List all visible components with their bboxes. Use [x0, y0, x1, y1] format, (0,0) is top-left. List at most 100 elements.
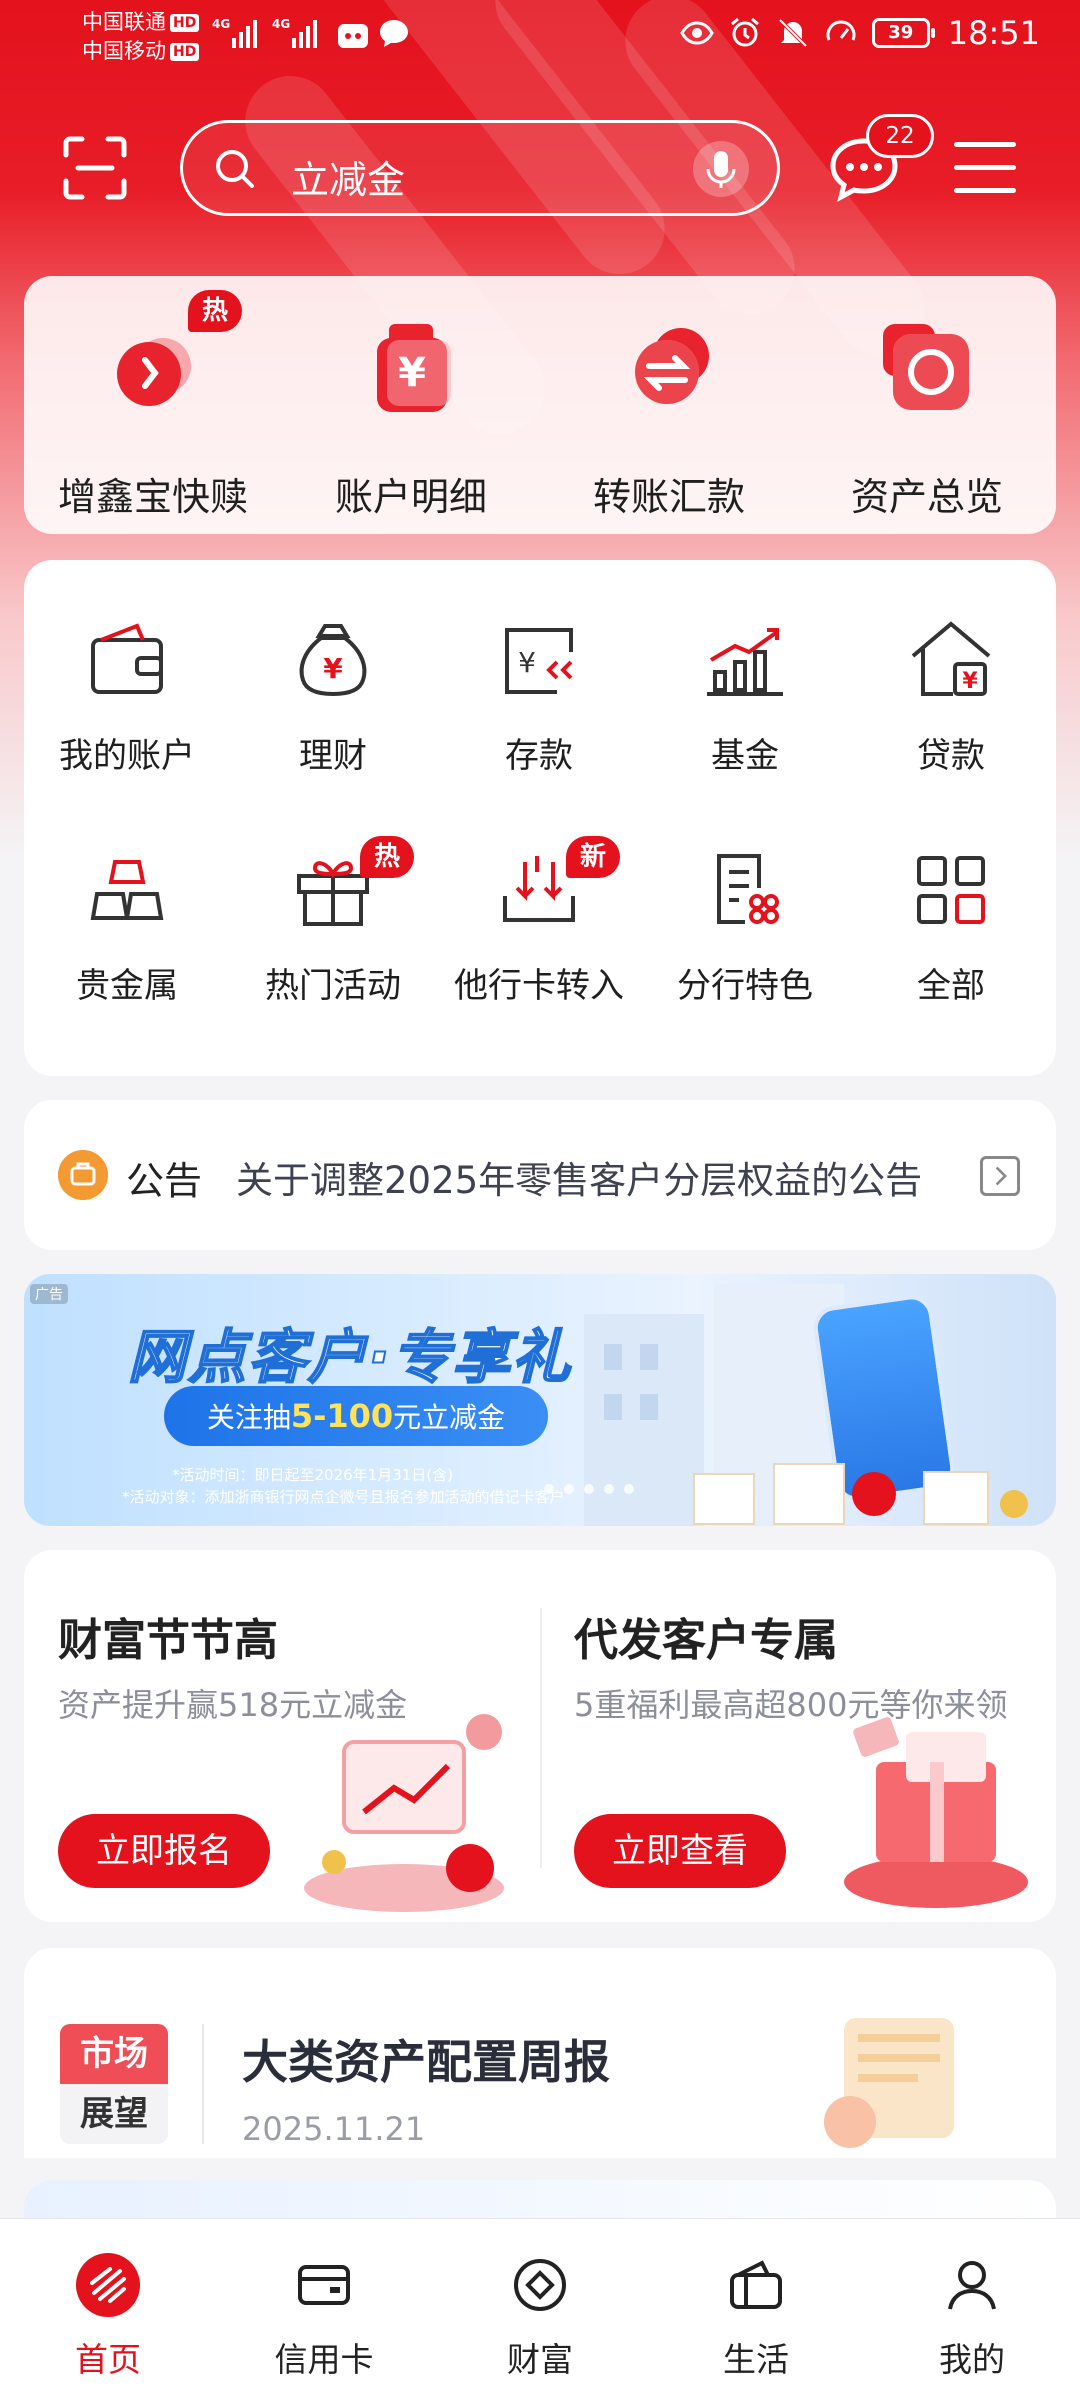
tab-label: 生活 — [723, 2340, 789, 2379]
notice-tag: 公告 — [126, 1159, 203, 1203]
search-placeholder: 立减金 — [291, 158, 406, 202]
tab-life[interactable]: 生活 — [648, 2253, 864, 2381]
speedometer-icon — [826, 20, 856, 41]
banner-note-target: *活动对象：添加浙商银行网点企微号且报名参加活动的借记卡客户 — [122, 1488, 565, 1506]
promo-title: 财富节节高 — [58, 1615, 278, 1666]
svg-text:¥: ¥ — [962, 669, 978, 694]
service-wealth-management[interactable]: ¥ 理财 — [230, 612, 436, 777]
credit-card-icon — [298, 2265, 350, 2305]
bottom-tab-bar: 首页 信用卡 财富 生活 我的 — [0, 2218, 1080, 2400]
swap-coin-icon — [117, 338, 191, 406]
signal-bars-2-icon — [292, 20, 317, 48]
money-bag-icon: ¥ — [299, 624, 367, 697]
promo-title: 代发客户专属 — [574, 1615, 838, 1666]
status-right: 39 18:51 — [680, 14, 1040, 52]
service-branch-features[interactable]: 分行特色 — [642, 842, 848, 1007]
tab-label: 首页 — [75, 2340, 141, 2379]
banner-offer-pill: 关注抽5-100元立减金 — [164, 1386, 548, 1446]
new-badge: 新 — [566, 836, 621, 878]
service-fund[interactable]: 基金 — [642, 612, 848, 777]
signal-bars-1-icon — [232, 20, 257, 48]
scan-icon[interactable] — [62, 135, 128, 201]
service-all[interactable]: 全部 — [848, 842, 1054, 1007]
quick-action-label: 资产总览 — [850, 475, 1003, 519]
register-now-button[interactable]: 立即报名 — [58, 1814, 270, 1888]
wallet-icon — [91, 623, 163, 694]
service-label: 全部 — [917, 966, 985, 1006]
tab-label: 财富 — [507, 2340, 573, 2379]
service-label: 存款 — [505, 736, 573, 776]
tab-wealth[interactable]: 财富 — [432, 2253, 648, 2381]
eye-icon — [680, 21, 714, 45]
service-label: 贷款 — [917, 736, 985, 776]
service-my-account[interactable]: 我的账户 — [24, 612, 230, 777]
tab-mine[interactable]: 我的 — [864, 2253, 1080, 2381]
app-notification-icon — [338, 24, 368, 48]
market-date: 2025.11.21 — [242, 2110, 426, 2148]
banner-title: 网点客户·专享礼 — [127, 1322, 573, 1392]
hd-badge-2: HD — [170, 43, 200, 61]
network-type-1: 4G — [212, 17, 231, 31]
status-bar: 中国联通 HD 中国移动 HD 4G 4G 39 18:51 — [0, 0, 1080, 76]
alarm-icon — [730, 17, 759, 47]
gift-boxes-illustration — [693, 1463, 1028, 1525]
service-label: 他行卡转入 — [454, 966, 624, 1006]
service-label: 我的账户 — [59, 736, 195, 776]
search-bar[interactable]: 立减金 — [180, 120, 780, 216]
banner-pill-prefix: 关注抽 — [206, 1401, 291, 1434]
ad-label: 广告 — [30, 1284, 68, 1304]
tab-home[interactable]: 首页 — [0, 2253, 216, 2381]
next-card-peek — [24, 2180, 1056, 2220]
market-outlook-card[interactable]: 市场 展望 大类资产配置周报 2025.11.21 — [24, 1948, 1056, 2158]
quick-action-fast-redeem[interactable]: 增鑫宝快赎 — [24, 276, 282, 534]
carrier-info: 中国联通 HD 中国移动 HD — [82, 8, 200, 66]
yuan-bag-icon: ¥ — [377, 324, 451, 412]
voice-input-icon[interactable] — [693, 141, 749, 197]
carrier-1: 中国联通 — [82, 10, 166, 34]
promo-wealth-growth[interactable]: 财富节节高 资产提升赢518元立减金 立即报名 — [24, 1550, 540, 1922]
service-label: 热门活动 — [265, 966, 401, 1006]
status-clock: 18:51 — [947, 14, 1040, 52]
house-loan-icon: ¥ — [911, 621, 991, 696]
promo-banner[interactable]: 广告 网点客户·专享礼 关注抽5-100元立减金 *活动时间：即日起至2026年… — [24, 1274, 1056, 1526]
deposit-icon: ¥ — [505, 628, 573, 694]
tab-label: 我的 — [939, 2340, 1005, 2379]
promo-payroll-customer[interactable]: 代发客户专属 5重福利最高超800元等你来领 立即查看 — [540, 1550, 1056, 1922]
menu-icon[interactable] — [954, 142, 1016, 196]
svg-text:¥: ¥ — [398, 350, 426, 396]
banner-pill-suffix: 元立减金 — [393, 1401, 506, 1434]
banner-note-time: *活动时间：即日起至2026年1月31日(含) — [172, 1466, 454, 1484]
chevron-right-icon[interactable] — [980, 1156, 1020, 1196]
bar-chart-icon — [707, 628, 783, 696]
gift-box-illustration — [844, 1717, 1028, 1908]
view-now-button[interactable]: 立即查看 — [574, 1814, 786, 1888]
grid-all-icon — [917, 856, 985, 924]
svg-text:¥: ¥ — [518, 646, 536, 679]
battery-indicator: 39 — [871, 18, 935, 48]
quick-action-transfer[interactable]: 转账汇款 — [540, 276, 798, 534]
quick-action-label: 转账汇款 — [592, 475, 745, 519]
notice-bar[interactable]: 公告 关于调整2025年零售客户分层权益的公告 — [24, 1100, 1056, 1250]
gold-bars-icon — [90, 860, 164, 920]
service-loan[interactable]: ¥ 贷款 — [848, 612, 1054, 777]
carrier-2: 中国移动 — [82, 39, 166, 63]
market-title: 大类资产配置周报 — [242, 2035, 610, 2089]
hot-badge: 热 — [360, 836, 415, 878]
svg-text:¥: ¥ — [323, 652, 343, 685]
hd-badge-1: HD — [170, 14, 200, 32]
quick-actions-card: 增鑫宝快赎 热 ¥ 账户明细 转账汇款 资产总览 — [24, 276, 1056, 534]
chat-notification-icon — [380, 20, 408, 47]
market-outlook-tag: 市场 展望 — [60, 2024, 168, 2144]
quick-action-asset-overview[interactable]: 资产总览 — [798, 276, 1056, 534]
market-tag-line-2: 展望 — [60, 2084, 168, 2144]
quick-action-label: 账户明细 — [334, 475, 487, 519]
search-icon — [216, 150, 254, 188]
service-deposit[interactable]: ¥ 存款 — [436, 612, 642, 777]
service-precious-metals[interactable]: 贵金属 — [24, 842, 230, 1007]
network-type-2: 4G — [272, 17, 291, 31]
tab-credit-card[interactable]: 信用卡 — [216, 2253, 432, 2381]
notice-text[interactable]: 关于调整2025年零售客户分层权益的公告 — [236, 1150, 922, 1204]
quick-action-account-details[interactable]: ¥ 账户明细 — [282, 276, 540, 534]
hot-badge: 热 — [188, 290, 243, 332]
wealth-diamond-icon — [514, 2259, 566, 2311]
